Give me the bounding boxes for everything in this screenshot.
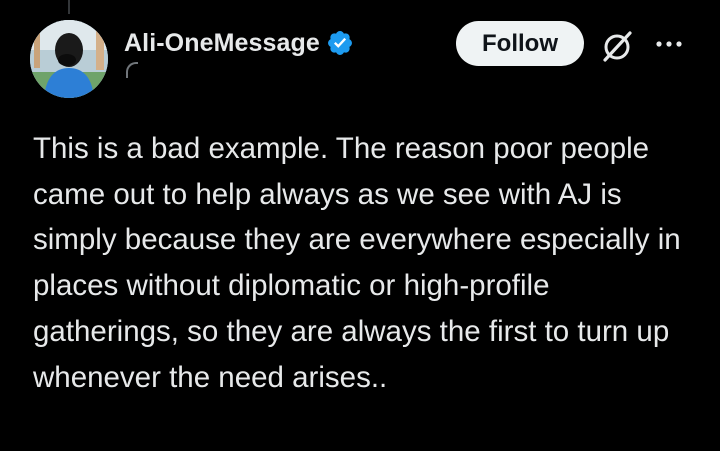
author-name-row: Ali-OneMessage (124, 26, 354, 60)
author-display-name[interactable]: Ali-OneMessage (124, 29, 320, 58)
grok-icon[interactable] (598, 27, 636, 65)
thread-connector-line (68, 0, 70, 14)
profile-photo-icon (30, 20, 108, 98)
verified-badge-icon[interactable] (326, 29, 354, 57)
more-options-icon[interactable] (652, 34, 688, 54)
follow-button[interactable]: Follow (456, 21, 584, 66)
author-handle-row (124, 62, 164, 84)
avatar[interactable] (30, 20, 108, 98)
handle-partial-glyph (126, 62, 138, 78)
tweet-body-text: This is a bad example. The reason poor p… (33, 132, 689, 394)
